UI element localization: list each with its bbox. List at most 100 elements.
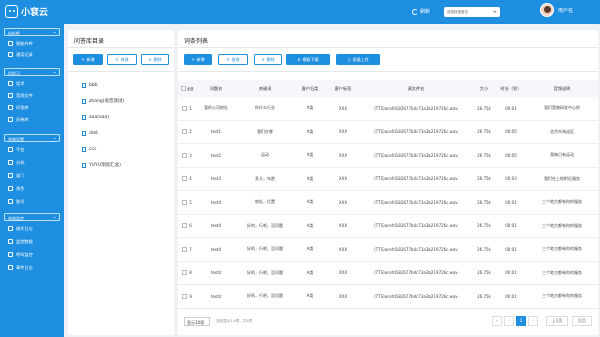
file-icon [82,82,86,88]
row-index: 7 [189,246,192,252]
page-info: 当前显示1-9项，共9项 [216,319,252,323]
sidebar-item-event-log[interactable]: 事件日志 [8,263,33,272]
row-index: 9 [189,293,192,299]
cell-customer-category: A类 [306,199,314,205]
entry-list-panel: 词条列表 + 新增 ✎ 修改 ✕ 删除 ⬇ 模板下载 ♫ 批量上传 全选 问题名 关键词 … [178,30,598,335]
cell-customer-category: A类 [306,152,314,158]
table-row[interactable]: 7 test4 好的，行吧，没问题 A类 XXX (TTS)acefd182677b4c7… [178,238,598,262]
row-checkbox[interactable] [182,105,188,111]
directory-item[interactable]: YUYU测验汇总) [82,160,121,170]
cell-keyword: 好的，行吧，没问题 [247,246,283,252]
directory-label: zhang(语音测试) [89,99,125,104]
table-row[interactable]: 5 test4 地址，位置 A类 XXX (TTS)acefd182677b4c73a3b… [178,191,598,215]
prev-page-text-button[interactable]: 上1页 [546,316,568,326]
chevron-down-icon [54,217,56,218]
row-select-cell[interactable]: 4 [178,168,196,191]
cell-size: 26.75k [477,270,491,276]
sidebar-group-ai-call[interactable]: AI外呼 [4,28,60,36]
sidebar-item-qa-library[interactable]: 问答库 [8,103,29,112]
sidebar-item-call-records[interactable]: 通话记录 [8,50,33,59]
cell-keyword: 好的，行吧，没问题 [247,222,283,228]
directory-item[interactable]: bbb [82,80,98,90]
directory-label: YUYU测验汇总) [89,163,121,168]
row-checkbox[interactable] [182,176,188,182]
add-entry-button[interactable]: + 新增 [184,54,212,65]
batch-upload-button[interactable]: ♫ 批量上传 [336,54,380,65]
select-all-cell[interactable]: 全选 [178,80,196,97]
edit-directory-button[interactable]: ✎ 修改 [107,54,137,65]
row-checkbox[interactable] [182,152,188,158]
next-page-text-button[interactable]: 后页 [572,316,592,326]
table-row[interactable]: 4 test3 多大，年龄 A类 XXX (TTS)acefd182677b4c73a3b… [178,168,598,191]
delete-entry-button[interactable]: ✕ 删除 [254,54,282,65]
sidebar-item-script[interactable]: 话术 [8,79,24,88]
first-page-button[interactable]: « [492,316,502,326]
header-question: 问题名 [209,85,223,91]
row-select-cell[interactable]: 5 [178,191,196,214]
row-select-cell[interactable]: 8 [178,262,196,285]
sidebar-group-monitor[interactable]: 系统监控 [4,213,60,221]
cell-keyword: 运动 [261,152,269,158]
add-directory-button[interactable]: + 新增 [73,54,103,65]
cell-question: test4 [210,246,222,252]
cell-audio-desc: 三个地方都有你的服务 [542,293,582,299]
row-select-cell[interactable]: 1 [178,97,196,120]
row-checkbox[interactable] [182,293,188,299]
row-checkbox[interactable] [182,129,188,135]
cell-source-file: (TTS)acefd182677b4c73a3b219726c.wav [374,176,458,182]
sidebar-item-extension[interactable]: 分机 [8,158,24,167]
sidebar-item-smart-call[interactable]: 智能外呼 [8,39,33,48]
table-row[interactable]: 8 test4 好的，行吧，没问题 A类 XXX (TTS)acefd182677b4c7… [178,262,598,285]
row-checkbox[interactable] [182,270,188,276]
row-checkbox[interactable] [182,246,188,252]
select-all-checkbox[interactable] [180,86,186,91]
directory-item[interactable]: ccc [82,144,96,154]
row-select-cell[interactable]: 2 [178,121,196,144]
refresh-label: 刷新 [420,9,431,15]
page-number-button[interactable]: 1 [516,316,526,326]
prev-page-button[interactable]: ‹ [504,316,514,326]
template-download-button[interactable]: ⬇ 模板下载 [286,54,330,65]
sidebar-item-operation-log[interactable]: 操作日志 [8,224,33,233]
row-select-cell[interactable]: 7 [178,238,196,261]
table-row[interactable]: 1 我的公司地址 你什么行业 A类 XXX (TTS)acefd182677b4c73a3… [178,97,598,121]
sidebar-item-monitor-data[interactable]: 监控数据 [8,237,33,246]
cell-duration: 00:01 [505,199,517,205]
directory-item[interactable]: aaa(aaa) [82,112,109,122]
sidebar-group-ai-learn[interactable]: AI学习 [4,68,60,76]
row-select-cell[interactable]: 3 [178,144,196,167]
add-label: 新增 [86,56,95,62]
edit-entry-button[interactable]: ✎ 修改 [218,54,248,65]
table-row[interactable]: 2 test1 我们在哪 A类 XXX (TTS)acefd182677b4c73a3b2… [178,121,598,144]
table-row[interactable]: 6 test4 好的，行吧，没问题 A类 XXX (TTS)acefd182677b4c7… [178,215,598,238]
cell-source-file: (TTS)acefd182677b4c73a3b219726c.wav [374,152,458,158]
row-index: 6 [189,223,192,229]
sidebar-item-platform[interactable]: 平台 [8,145,24,154]
row-index: 1 [189,105,192,111]
next-page-button[interactable]: › [528,316,538,326]
sidebar-item-label: 操作日志 [16,225,33,231]
sidebar-item-department[interactable]: 部门 [8,171,24,180]
row-checkbox[interactable] [182,223,188,229]
cell-keyword: 我们在哪 [257,128,273,134]
sidebar-item-survey-library[interactable]: 问卷库 [8,115,29,124]
sidebar-item-role[interactable]: 角色 [8,184,24,193]
table-row[interactable]: 3 test2 运动 A类 XXX (TTS)acefd182677b4c73a3b219… [178,144,598,168]
refresh-button[interactable]: 刷新 [412,8,430,15]
directory-item[interactable]: zhang(语音测试) [82,96,124,106]
table-row[interactable]: 9 test4 好的，行吧，没问题 A类 XXX (TTS)acefd182677b4c7… [178,285,598,309]
page-size-select[interactable]: 显示10项 [184,317,210,326]
app-logo[interactable]: 小袞云 [5,5,48,18]
sidebar-item-audio-files[interactable]: 音频文件 [8,91,33,100]
sidebar-group-settings[interactable]: 系统设置 [4,134,60,142]
row-select-cell[interactable]: 6 [178,215,196,238]
sidebar-item-account[interactable]: 账号 [8,197,24,206]
row-select-cell[interactable]: 9 [178,285,196,308]
add-label: 新增 [196,56,205,62]
user-menu[interactable]: 用户名 [540,3,573,17]
voice-pack-select[interactable]: 请选择语音包 [444,7,500,17]
sidebar-item-call-monitor[interactable]: 呼叫监控 [8,250,33,259]
row-checkbox[interactable] [182,199,188,205]
delete-directory-button[interactable]: ✕ 删除 [141,54,169,65]
directory-item[interactable]: ddd [82,128,98,138]
